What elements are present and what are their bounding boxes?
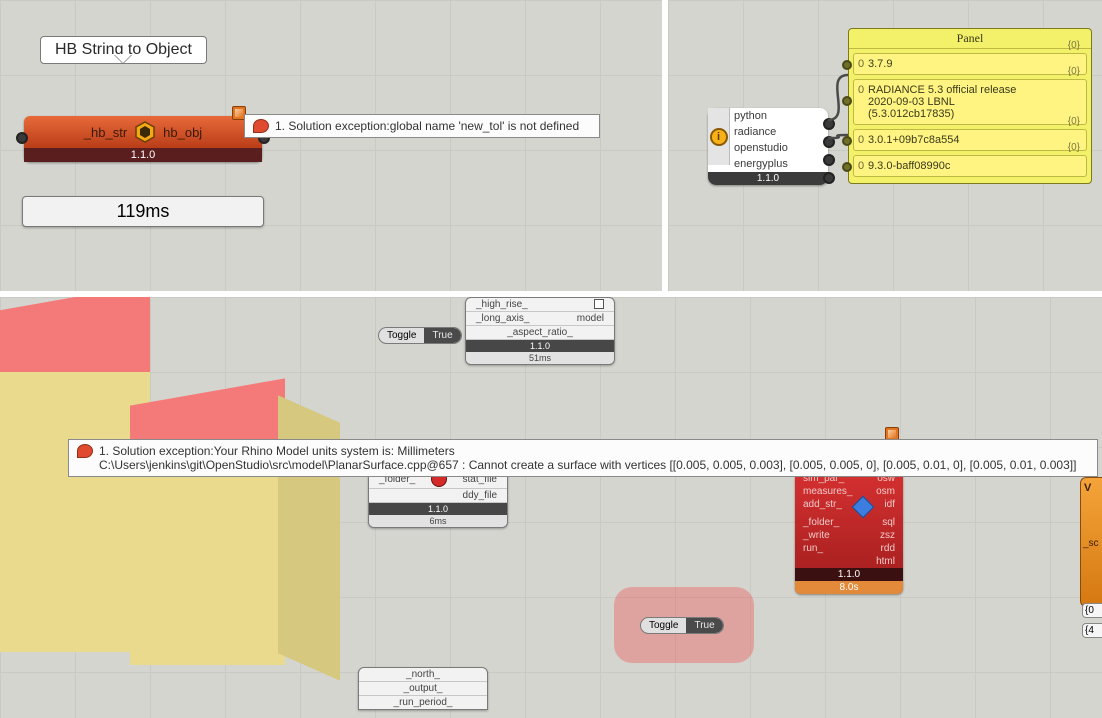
panel-group-2: {0} 0 3.0.1+09b7c8a554 <box>853 129 1087 151</box>
component-label-bubble: HB String to Object <box>40 36 207 64</box>
error-text: 1. Solution exception:global name 'new_t… <box>275 119 579 133</box>
panel-input-nub[interactable] <box>842 162 852 172</box>
val-radiance-3: (5.3.012cb17835) <box>868 108 1080 120</box>
val-energyplus: 9.3.0-baff08990c <box>868 160 950 172</box>
input-nub[interactable] <box>16 132 28 144</box>
component-time: 6ms <box>369 515 507 527</box>
error-tooltip: 1. Solution exception:global name 'new_t… <box>244 114 600 138</box>
param-out: idf <box>884 499 895 515</box>
toggle-label: Toggle <box>379 328 424 343</box>
error-tooltip-large: 1. Solution exception:Your Rhino Model u… <box>68 439 1098 477</box>
hb-string-to-object-component[interactable]: _hb_str hb_obj 1.1.0 <box>24 116 262 162</box>
out-radiance: radiance <box>708 124 828 140</box>
param-in: _folder_ <box>803 517 839 528</box>
param-out: sql <box>882 517 895 528</box>
run-simulation-component[interactable]: sim_par_osw measures_osm add_str_idf _fo… <box>795 472 903 594</box>
out-energyplus: energyplus <box>708 156 828 172</box>
component-version: 1.1.0 <box>466 340 614 352</box>
info-version: 1.1.0 <box>708 172 828 185</box>
panel-container[interactable]: Panel {0} 0 3.7.9 {0} 0 RADIANCE 5.3 off… <box>848 28 1092 184</box>
component-version: 1.1.0 <box>24 148 262 162</box>
param: _sc <box>1083 538 1099 549</box>
panel-group-0: {0} 0 3.7.9 <box>853 53 1087 75</box>
cube-icon <box>852 496 875 519</box>
group-index: {0} <box>1068 66 1080 77</box>
nub-openstudio[interactable] <box>823 154 835 166</box>
param-out: html <box>876 556 895 567</box>
param-out: osm <box>876 486 895 497</box>
panel-input-nub[interactable] <box>842 96 852 106</box>
count-badge: {4 <box>1082 623 1102 638</box>
nub-python[interactable] <box>823 118 835 130</box>
param-out: zsz <box>880 530 895 541</box>
component-version: 1.1.0 <box>369 503 507 515</box>
param: _high_rise_ <box>476 299 528 310</box>
component-time: 8.0s <box>795 581 903 594</box>
balloon-icon <box>77 444 93 458</box>
panel-input-nub[interactable] <box>842 136 852 146</box>
param-in: add_str_ <box>803 499 842 515</box>
out-openstudio: openstudio <box>708 140 828 156</box>
toggle-value: True <box>686 618 722 633</box>
input-param: _hb_str <box>84 125 127 140</box>
panel-title: Panel <box>849 29 1091 49</box>
cutoff-component[interactable]: V _sc <box>1080 477 1102 607</box>
nub-energyplus[interactable] <box>823 172 835 184</box>
out-python: python <box>708 108 828 124</box>
param: ddy_file <box>369 489 507 503</box>
toggle-2[interactable]: Toggle True <box>640 617 724 634</box>
canvas-top-right[interactable]: i python radiance openstudio energyplus … <box>668 0 1102 291</box>
wall-face <box>130 455 285 665</box>
error-text-1: 1. Solution exception:Your Rhino Model u… <box>99 444 1076 458</box>
component-version: 1.1.0 <box>795 568 903 581</box>
wall-face <box>0 372 150 652</box>
group-index: {0} <box>1068 40 1080 51</box>
error-text-2: C:\Users\jenkins\git\OpenStudio\src\mode… <box>99 458 1076 472</box>
param-out: model <box>577 313 604 324</box>
model-component[interactable]: _high_rise_ _long_axis_ model _aspect_ra… <box>465 297 615 365</box>
hexagon-icon <box>133 120 157 144</box>
param: _long_axis_ <box>476 313 529 324</box>
val-radiance-1: RADIANCE 5.3 official release <box>868 84 1080 96</box>
param: _run_period_ <box>359 696 487 709</box>
count-badge: {0 <box>1082 603 1102 618</box>
output-param: hb_obj <box>163 125 202 140</box>
group-index: {0} <box>1068 116 1080 127</box>
component-time: 51ms <box>466 352 614 364</box>
label-text: HB String to Object <box>55 41 192 58</box>
panel-input-nub[interactable] <box>842 60 852 70</box>
param-in: measures_ <box>803 486 852 497</box>
toggle-label: Toggle <box>641 618 686 633</box>
val-python: 3.7.9 <box>868 58 892 70</box>
toggle-value: True <box>424 328 460 343</box>
param: _north_ <box>359 668 487 682</box>
val-radiance-2: 2020-09-03 LBNL <box>868 96 1080 108</box>
profiler-time: 119ms <box>22 196 264 227</box>
version-info-component[interactable]: i python radiance openstudio energyplus … <box>708 108 828 185</box>
param-out: rdd <box>881 543 895 554</box>
param: _output_ <box>359 682 487 696</box>
canvas-bottom[interactable]: _high_rise_ _long_axis_ model _aspect_ra… <box>0 297 1102 718</box>
checkbox-icon[interactable] <box>594 299 604 309</box>
simulation-params-component[interactable]: _north_ _output_ _run_period_ <box>358 667 488 710</box>
toggle-1[interactable]: Toggle True <box>378 327 462 344</box>
val-openstudio: 3.0.1+09b7c8a554 <box>868 134 959 146</box>
panel-group-3: {0} 0 9.3.0-baff08990c <box>853 155 1087 177</box>
param-in: run_ <box>803 543 823 554</box>
param-in: _write <box>803 530 830 541</box>
panel-group-1: {0} 0 RADIANCE 5.3 official release 2020… <box>853 79 1087 125</box>
nub-radiance[interactable] <box>823 136 835 148</box>
group-index: {0} <box>1068 142 1080 153</box>
epw-component[interactable]: _folder_ stat_file ddy_file 1.1.0 6ms <box>368 469 508 528</box>
canvas-top-left[interactable]: HB String to Object _hb_str hb_obj 1.1.0… <box>0 0 662 291</box>
param: _aspect_ratio_ <box>466 326 614 340</box>
balloon-icon <box>253 119 269 133</box>
rhino-model-preview <box>0 297 345 718</box>
